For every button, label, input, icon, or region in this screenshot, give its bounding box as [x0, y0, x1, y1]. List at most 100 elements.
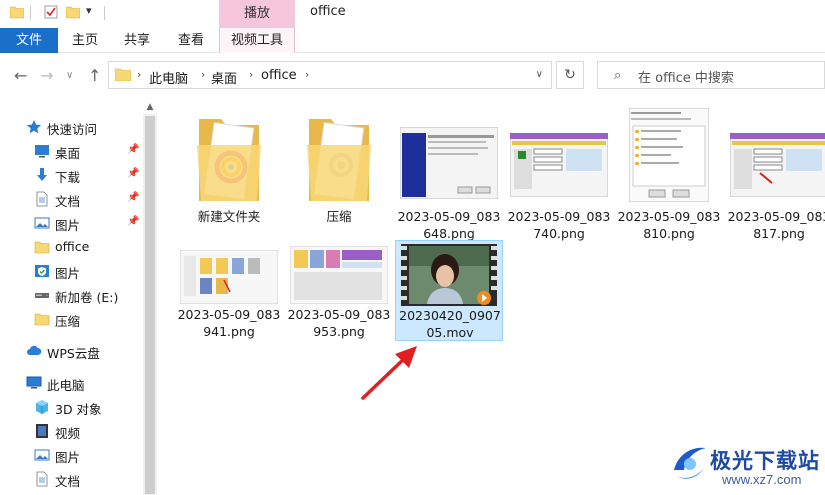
breadcrumb-office[interactable]: office	[261, 68, 297, 83]
cube-icon	[36, 400, 48, 414]
file-name-line1: 2023-05-09_083	[617, 209, 721, 224]
file-name-line2: 953.png	[313, 324, 365, 339]
tab-file[interactable]: 文件	[0, 28, 58, 53]
sidebar-scrollbar[interactable]	[143, 114, 157, 495]
file-name-line1: 2023-05-09_083	[507, 209, 611, 224]
navigation-pane: 快速访问 桌面 📌 下载 📌 文档 📌 图片 📌 office 图片 新加卷 (…	[0, 100, 143, 495]
file-name-line2: 740.png	[533, 226, 585, 241]
image-item-953[interactable]: 2023-05-09_083 953.png	[285, 240, 393, 340]
film-icon	[36, 424, 48, 438]
window-title: office	[310, 4, 346, 19]
sidebar-item-pictures[interactable]: 图片 📌	[0, 211, 143, 235]
folder-item-new-folder[interactable]: 新建文件夹	[175, 105, 283, 230]
breadcrumb-chevron-icon[interactable]: ›	[305, 68, 309, 81]
customize-qat-icon[interactable]: ▾	[86, 4, 100, 18]
breadcrumb-chevron-icon[interactable]: ›	[137, 68, 141, 81]
file-name-line2: 05.mov	[426, 325, 474, 340]
red-arrow-annotation	[361, 346, 417, 400]
star-icon	[26, 120, 42, 134]
sidebar-item-pictures-3[interactable]: 图片	[0, 443, 143, 467]
forward-arrow-icon[interactable]: →	[40, 66, 53, 85]
drive-icon	[35, 293, 49, 298]
tab-view[interactable]: 查看	[166, 28, 216, 53]
sidebar-item-pictures-2[interactable]: 图片	[0, 259, 143, 283]
search-icon: ⌕	[614, 68, 622, 83]
document-icon	[36, 471, 48, 487]
image-thumbnail-icon	[510, 133, 608, 197]
sidebar-item-documents[interactable]: 文档 📌	[0, 187, 143, 211]
title-bar: ▾ 播放 office	[0, 0, 825, 28]
image-thumbnail-icon	[400, 127, 498, 199]
breadcrumb-chevron-icon[interactable]: ›	[201, 68, 205, 81]
image-thumbnail-icon	[290, 246, 388, 304]
image-item-648[interactable]: 2023-05-09_083 648.png	[395, 105, 503, 241]
image-item-941[interactable]: 2023-05-09_083 941.png	[175, 240, 283, 340]
video-item-mov[interactable]: 20230420_0907 05.mov	[395, 240, 503, 341]
pin-icon[interactable]: 📌	[127, 168, 139, 179]
folder-icon	[115, 68, 131, 81]
image-item-740[interactable]: 2023-05-09_083 740.png	[505, 105, 613, 241]
download-icon	[37, 168, 47, 181]
folder-icon	[307, 119, 371, 201]
sidebar-item-desktop[interactable]: 桌面 📌	[0, 139, 143, 163]
tab-share[interactable]: 共享	[112, 28, 162, 53]
image-thumbnail-icon	[730, 133, 825, 197]
scrollbar-thumb[interactable]	[145, 116, 155, 494]
watermark-brand: 极光下载站	[710, 449, 820, 473]
file-name-line1: 2023-05-09_083	[177, 307, 281, 322]
folder-item-compress[interactable]: 压缩	[285, 105, 393, 230]
address-bar[interactable]: › 此电脑 › 桌面 › office › ∨	[108, 61, 552, 89]
properties-icon[interactable]	[44, 5, 58, 19]
file-name: 压缩	[326, 209, 352, 224]
chevron-down-icon[interactable]: ∨	[536, 69, 543, 80]
sidebar-item-downloads[interactable]: 下载 📌	[0, 163, 143, 187]
breadcrumb-chevron-icon[interactable]: ›	[249, 68, 253, 81]
sidebar-item-drive-e[interactable]: 新加卷 (E:)	[0, 283, 143, 307]
context-tab-group-play: 播放	[219, 0, 295, 28]
refresh-icon: ↻	[564, 67, 576, 83]
back-arrow-icon[interactable]: ←	[14, 66, 27, 85]
document-icon	[36, 191, 48, 207]
qat-separator	[104, 6, 105, 20]
sidebar-item-videos[interactable]: 视频	[0, 419, 143, 443]
sidebar-item-documents-2[interactable]: 文档	[0, 467, 143, 491]
folder-icon	[34, 313, 50, 326]
sidebar-item-this-pc[interactable]: 此电脑	[0, 371, 143, 395]
up-arrow-icon[interactable]: ↑	[88, 66, 101, 85]
computer-icon	[26, 376, 42, 389]
image-item-817[interactable]: 2023-05-09_083 817.png	[725, 105, 825, 241]
navigation-bar: ← → ∨ ↑ › 此电脑 › 桌面 › office › ∨ ↻ ⌕ 在 of…	[0, 57, 825, 93]
image-item-810[interactable]: 2023-05-09_083 810.png	[615, 105, 723, 241]
shield-picture-icon	[35, 265, 49, 277]
watermark-url: www.xz7.com	[722, 472, 802, 487]
folder-icon[interactable]	[10, 5, 24, 19]
new-folder-icon[interactable]	[66, 5, 80, 19]
sidebar-item-compress[interactable]: 压缩	[0, 307, 143, 331]
pin-icon[interactable]: 📌	[127, 192, 139, 203]
file-name-line2: 810.png	[643, 226, 695, 241]
scroll-up-arrow-icon[interactable]: ▲	[143, 100, 157, 114]
file-name-line2: 941.png	[203, 324, 255, 339]
refresh-button[interactable]: ↻	[556, 61, 584, 89]
file-list: 新建文件夹 压缩 2023-05-09_083 648.png 2023-05-…	[160, 100, 825, 495]
folder-icon	[34, 241, 50, 254]
tab-video-tools[interactable]: 视频工具	[219, 28, 295, 53]
desktop-icon	[35, 145, 49, 158]
sidebar-item-3d-objects[interactable]: 3D 对象	[0, 395, 143, 419]
search-input[interactable]: ⌕ 在 office 中搜索	[597, 61, 825, 89]
breadcrumb-desktop[interactable]: 桌面	[211, 68, 237, 87]
sidebar-item-wps-cloud[interactable]: WPS云盘	[0, 339, 143, 363]
pin-icon[interactable]: 📌	[127, 144, 139, 155]
sidebar-item-quick-access[interactable]: 快速访问	[0, 115, 143, 139]
video-thumbnail-icon	[401, 244, 497, 306]
sidebar-item-office[interactable]: office	[0, 235, 143, 259]
qat-separator	[30, 6, 31, 20]
pin-icon[interactable]: 📌	[127, 216, 139, 227]
recent-locations-chevron-icon[interactable]: ∨	[66, 70, 73, 81]
file-name: 新建文件夹	[197, 209, 261, 224]
breadcrumb-this-pc[interactable]: 此电脑	[149, 68, 188, 87]
image-thumbnail-icon	[180, 250, 278, 304]
file-name-line1: 2023-05-09_083	[287, 307, 391, 322]
file-name-line1: 2023-05-09_083	[397, 209, 501, 224]
tab-home[interactable]: 主页	[62, 28, 108, 53]
